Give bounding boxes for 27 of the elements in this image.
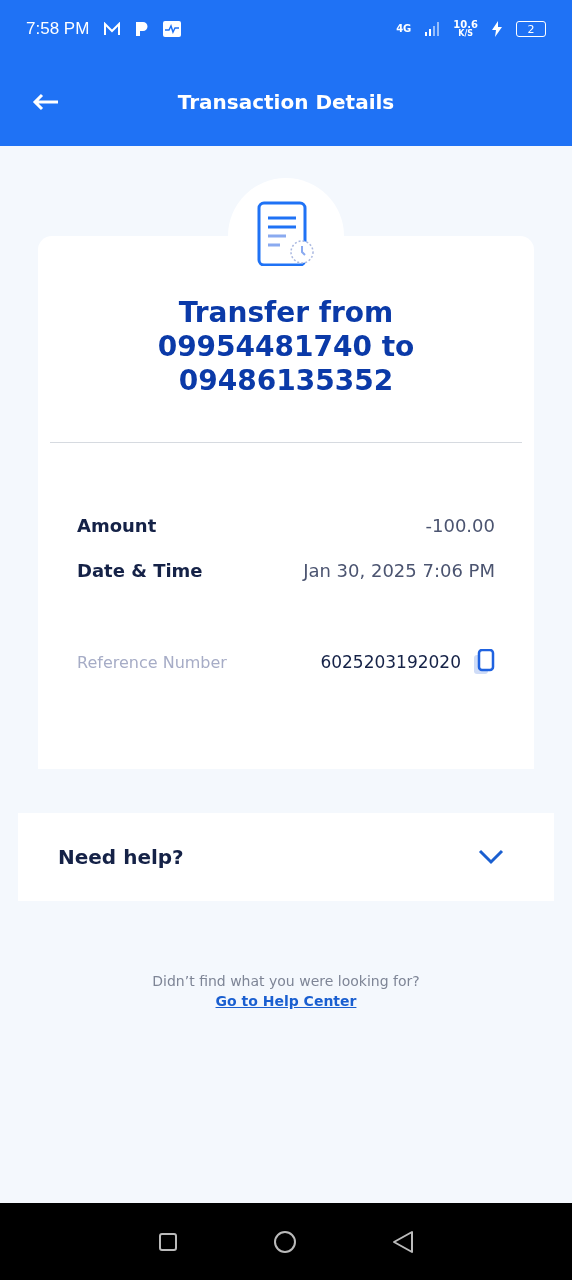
battery-level: 2 xyxy=(516,21,546,37)
recents-icon[interactable] xyxy=(157,1231,178,1252)
need-help-accordion[interactable]: Need help? xyxy=(18,813,554,901)
chevron-icon xyxy=(478,849,504,865)
reference-label: Reference Number xyxy=(77,652,228,672)
home-icon[interactable] xyxy=(273,1229,297,1254)
copy-icon[interactable] xyxy=(473,649,495,675)
speed-unit: K/S xyxy=(458,30,474,38)
charging-icon xyxy=(492,21,502,37)
transfer-title: Transfer from 09954481740 to 09486135352 xyxy=(156,296,416,398)
help-center-link[interactable]: Go to Help Center xyxy=(215,993,357,1009)
pulse-icon xyxy=(163,21,182,37)
status-time: 7:58 PM xyxy=(26,19,90,39)
help-prompt: Didn’t find what you were looking for? xyxy=(152,973,420,989)
detail-value: Jan 30, 2025 7:06 PM xyxy=(303,560,495,581)
detail-label: Amount xyxy=(77,515,157,536)
data-speed: 10.6 xyxy=(453,20,478,30)
network-type: 4G xyxy=(396,24,412,34)
mail-icon xyxy=(103,22,122,36)
parking-icon xyxy=(135,21,150,37)
signal-icon xyxy=(425,22,440,36)
reference-value: 6025203192020 xyxy=(320,652,461,672)
detail-label: Date & Time xyxy=(77,560,203,581)
back-nav-icon[interactable] xyxy=(392,1229,415,1254)
page-title: Transaction Details xyxy=(177,90,395,114)
document-clock-icon xyxy=(256,200,316,266)
detail-value: -100.00 xyxy=(425,515,495,536)
